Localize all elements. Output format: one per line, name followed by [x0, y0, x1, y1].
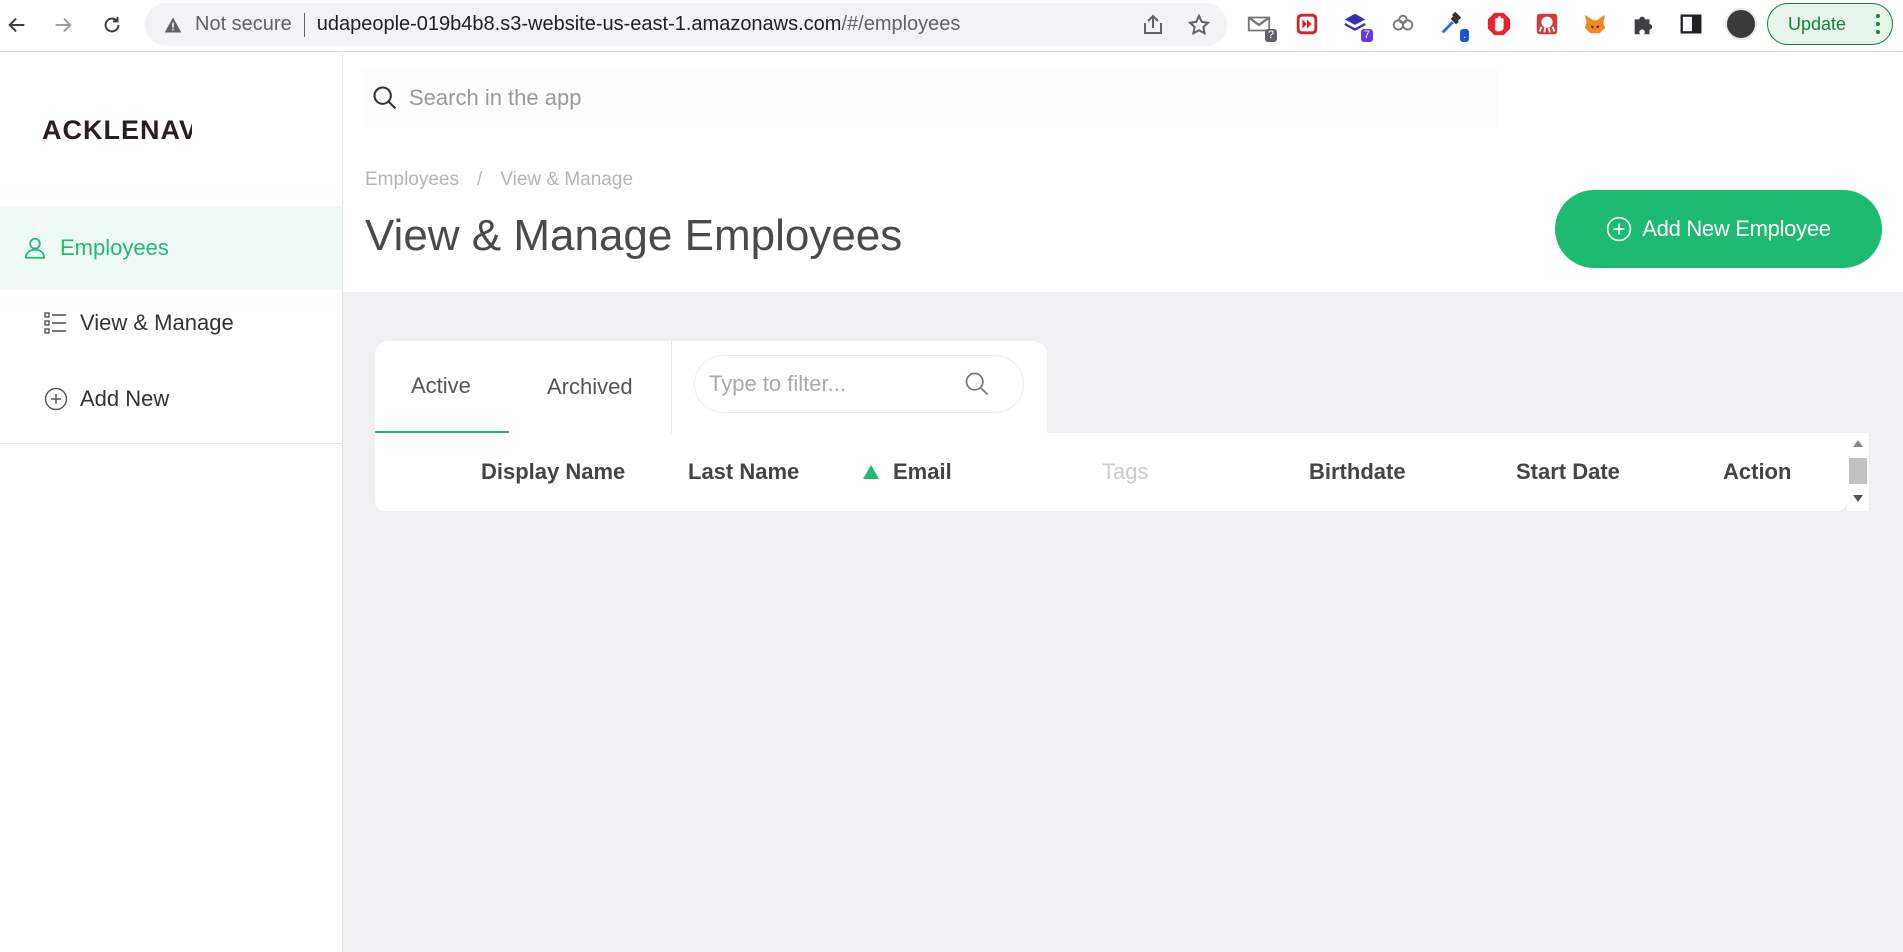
browser-toolbar: Not secure udapeople-019b4b8.s3-website-…	[0, 0, 1903, 52]
status-tabs: Active Archived	[375, 341, 680, 433]
scroll-thumb[interactable]	[1849, 458, 1867, 484]
main-content: Active Archived Display Name Last Name E…	[343, 292, 1903, 952]
video-speed-icon[interactable]	[1293, 10, 1321, 38]
divider	[303, 12, 305, 37]
user-icon	[24, 237, 46, 259]
add-button-label: Add New Employee	[1642, 216, 1831, 241]
forward-button[interactable]	[48, 10, 78, 40]
update-button[interactable]: Update	[1767, 3, 1893, 45]
table-scrollbar[interactable]	[1847, 433, 1869, 511]
filter-input[interactable]	[709, 371, 959, 397]
extension-badge: 7	[1360, 29, 1373, 42]
search-icon	[373, 86, 397, 110]
filter-panel	[671, 341, 1047, 433]
filter-box[interactable]	[694, 355, 1024, 413]
sidebar-divider	[0, 443, 342, 444]
sidebar-item-label: Add New	[80, 386, 170, 411]
column-header-birthdate[interactable]: Birthdate	[1309, 433, 1406, 511]
scroll-down-arrow-icon[interactable]	[1853, 495, 1863, 502]
extensions-bar: ? 7 .	[1245, 8, 1757, 42]
app-topbar	[343, 53, 1903, 153]
arrow-left-icon	[8, 17, 25, 33]
search-input[interactable]	[409, 85, 1009, 111]
adblock-icon[interactable]	[1485, 10, 1513, 38]
add-new-employee-button[interactable]: Add New Employee	[1555, 190, 1882, 268]
profile-avatar[interactable]	[1725, 8, 1757, 40]
column-header-email[interactable]: Email	[863, 433, 952, 511]
more-menu-icon[interactable]	[1876, 14, 1880, 34]
column-header-tags: Tags	[1102, 459, 1149, 484]
stack-icon[interactable]: 7	[1341, 10, 1373, 42]
extension-badge: .	[1459, 29, 1469, 42]
omnibox-actions	[1141, 13, 1211, 37]
column-header-start-date[interactable]: Start Date	[1516, 433, 1620, 511]
search-icon[interactable]	[963, 370, 991, 398]
plus-circle-icon	[44, 387, 68, 411]
app-search[interactable]	[363, 68, 1498, 128]
share-icon[interactable]	[1141, 13, 1165, 37]
sort-ascending-icon	[863, 465, 879, 479]
extension-badge: ?	[1264, 29, 1277, 42]
url-path: /#/employees	[841, 13, 961, 35]
company-logo[interactable]: ACKLENAVENUE	[42, 115, 192, 146]
reload-button[interactable]	[97, 10, 127, 40]
column-header-label: Email	[893, 459, 952, 484]
page-title: View & Manage Employees	[365, 211, 903, 260]
breadcrumb-separator: /	[477, 169, 483, 190]
breadcrumb-view-manage[interactable]: View & Manage	[500, 169, 633, 191]
tab-label: Active	[411, 373, 471, 398]
tab-archived[interactable]: Archived	[509, 341, 669, 433]
eyedropper-icon[interactable]: .	[1437, 10, 1469, 42]
sidebar: ACKLENAVENUE Employees View & Manage Add…	[0, 53, 343, 952]
update-label: Update	[1788, 13, 1847, 34]
warning-icon[interactable]	[163, 15, 183, 35]
security-label: Not secure	[195, 13, 292, 35]
page-header: Employees / View & Manage View & Manage …	[343, 153, 1903, 292]
column-header-last-name[interactable]: Last Name	[688, 433, 799, 511]
sidebar-item-employees[interactable]: Employees	[0, 206, 342, 290]
url-host: udapeople-019b4b8.s3-website-us-east-1.a…	[316, 13, 842, 35]
url-text: udapeople-019b4b8.s3-website-us-east-1.a…	[317, 13, 961, 36]
employees-table: Display Name Last Name Email Tags Birthd…	[375, 433, 1847, 511]
bookmark-star-icon[interactable]	[1187, 13, 1211, 37]
column-header-display-name[interactable]: Display Name	[481, 433, 625, 511]
metamask-fox-icon[interactable]	[1581, 10, 1609, 38]
sidebar-item-label: Employees	[60, 235, 169, 260]
gmail-checker-icon[interactable]: ?	[1245, 10, 1277, 42]
reload-icon	[104, 16, 120, 33]
scroll-up-arrow-icon[interactable]	[1853, 440, 1863, 447]
tab-active[interactable]: Active	[375, 341, 509, 433]
arrow-right-icon	[55, 17, 72, 33]
back-button[interactable]	[2, 10, 32, 40]
breadcrumb-employees[interactable]: Employees	[365, 169, 459, 191]
side-panel-icon[interactable]	[1677, 10, 1705, 38]
plus-circle-icon	[1607, 216, 1632, 242]
tab-label: Archived	[547, 374, 633, 399]
breadcrumb: Employees / View & Manage	[365, 169, 633, 191]
sidebar-item-label: View & Manage	[80, 310, 234, 335]
list-icon	[44, 312, 66, 334]
link-chain-icon[interactable]	[1389, 10, 1417, 38]
column-header-action: Action	[1723, 459, 1792, 484]
octopus-icon[interactable]	[1533, 10, 1561, 38]
address-bar[interactable]: Not secure udapeople-019b4b8.s3-website-…	[145, 3, 1227, 46]
puzzle-extensions-icon[interactable]	[1629, 10, 1657, 38]
sidebar-item-view-manage[interactable]: View & Manage	[44, 310, 234, 336]
sidebar-item-add-new[interactable]: Add New	[44, 386, 169, 412]
